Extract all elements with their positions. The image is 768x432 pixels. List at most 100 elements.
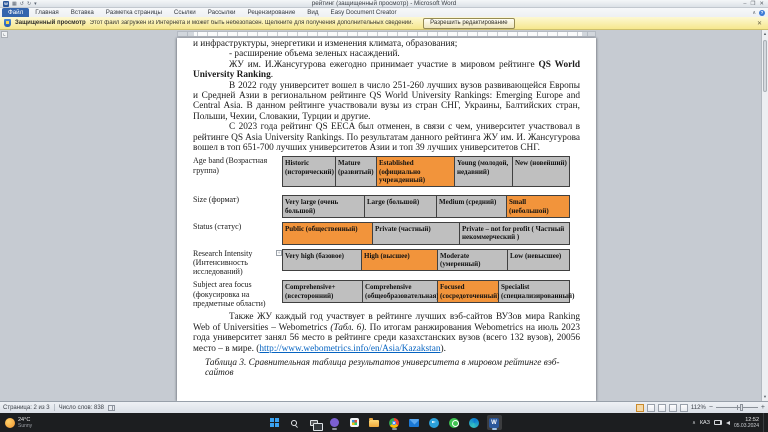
word-count[interactable]: Число слов: 838 <box>59 405 104 411</box>
table-cell: Comprehensive (общеобразовательная) <box>363 280 438 303</box>
paragraph: Также ЖУ каждый год участвует в рейтинге… <box>193 312 580 354</box>
taskbar-app-viber[interactable] <box>327 415 342 430</box>
weather-sun-icon <box>5 418 15 428</box>
word-logo-icon: W <box>3 1 9 7</box>
taskbar-search-button[interactable] <box>287 415 302 430</box>
taskbar-app-edge[interactable] <box>467 415 482 430</box>
word-window: W ▦ ↺ ↻ ▾ рейтинг (защищенный просмотр) … <box>0 0 768 432</box>
enable-editing-button[interactable]: Разрешить редактирование <box>423 18 515 29</box>
taskbar-app-chrome[interactable] <box>387 415 402 430</box>
volume-icon[interactable] <box>726 421 730 425</box>
language-indicator[interactable]: КАЗ <box>700 420 710 426</box>
table-cell-highlighted: Small (небольшой) <box>507 195 570 218</box>
help-icon[interactable]: ? <box>759 10 765 16</box>
taskbar-app-word[interactable]: W <box>487 415 502 430</box>
table-cell: Large (большой) <box>365 195 437 218</box>
quick-access-toolbar: W ▦ ↺ ↻ ▾ <box>0 1 37 7</box>
ribbon-tab-view[interactable]: Вид <box>301 8 324 17</box>
table-row: Age band (Возрастная группа) Historic (и… <box>193 156 580 187</box>
qat-customize-chevron-icon[interactable]: ▾ <box>34 1 37 7</box>
zoom-level[interactable]: 112% <box>691 405 706 411</box>
ribbon-tab-file[interactable]: Файл <box>2 8 29 17</box>
taskbar-app-telegram[interactable] <box>427 415 442 430</box>
table-cell: Specialist (специализированный) <box>499 280 570 303</box>
window-title: рейтинг (защищенный просмотр) - Microsof… <box>0 0 768 7</box>
scroll-up-icon[interactable]: ▲ <box>762 30 768 38</box>
redo-icon[interactable]: ↻ <box>27 1 31 7</box>
row-label: Status (статус) <box>193 222 282 231</box>
taskbar-weather-widget[interactable]: 24°C Sunny <box>5 413 32 432</box>
save-icon[interactable]: ▦ <box>12 1 17 7</box>
table-cell: Private – not for profit ( Частный неком… <box>460 222 570 245</box>
table-cell: Very high (базовое) <box>282 249 362 272</box>
tray-overflow-chevron-icon[interactable]: ∧ <box>692 420 696 426</box>
whatsapp-icon <box>449 418 459 428</box>
message-bar-close-icon[interactable]: ✕ <box>757 20 764 27</box>
undo-icon[interactable]: ↺ <box>20 1 24 7</box>
view-fullscreen-reading-button[interactable] <box>647 404 655 412</box>
windows-taskbar: 24°C Sunny W ∧ КАЗ 12:52 05.03.20 <box>0 413 768 432</box>
table-cell: Mature (развитый) <box>336 156 377 187</box>
vertical-scrollbar[interactable]: ▲ ▼ <box>761 30 768 401</box>
view-outline-button[interactable] <box>669 404 677 412</box>
ribbon-tab-references[interactable]: Ссылки <box>168 8 202 17</box>
tab-selector[interactable]: ∟ <box>1 31 8 38</box>
document-area: ∟ и инфраструктуры, энергетики и изменен… <box>0 30 768 401</box>
scroll-down-icon[interactable]: ▼ <box>762 393 768 401</box>
options-table: Age band (Возрастная группа) Historic (и… <box>193 156 580 308</box>
table-cell-highlighted: High (высшее) <box>362 249 438 272</box>
ribbon-tab-home[interactable]: Главная <box>29 8 65 17</box>
table-cell-highlighted: Established (официально учрежденный) <box>377 156 455 187</box>
shield-icon <box>4 19 11 27</box>
maximize-button[interactable]: ❐ <box>750 0 755 8</box>
table-cell: New (новейший) <box>513 156 570 187</box>
telegram-icon <box>429 418 439 428</box>
paragraph: С 2023 года рейтинг QS EECA был отменен,… <box>193 122 580 153</box>
zoom-slider-thumb[interactable] <box>740 404 743 411</box>
taskbar-app-file-explorer[interactable] <box>367 415 382 430</box>
weather-desc: Sunny <box>18 423 32 429</box>
clock-date: 05.03.2024 <box>734 423 759 429</box>
table-cell: Private (частный) <box>373 222 460 245</box>
folder-icon <box>369 420 379 427</box>
table-cell: Very large (очень большой) <box>282 195 365 218</box>
close-button[interactable]: ✕ <box>759 0 764 8</box>
view-draft-button[interactable] <box>680 404 688 412</box>
minimize-ribbon-icon[interactable]: ∧ <box>752 10 756 16</box>
view-print-layout-button[interactable] <box>636 404 644 412</box>
start-button[interactable] <box>267 415 282 430</box>
show-desktop-button[interactable] <box>763 413 765 432</box>
proofing-status-icon[interactable] <box>108 405 115 411</box>
ribbon-tab-easy-document-creator[interactable]: Easy Document Creator <box>324 8 402 17</box>
protected-view-message: Этот файл загружен из Интернета и может … <box>90 20 413 26</box>
zoom-slider[interactable] <box>716 404 758 411</box>
taskbar-app-whatsapp[interactable] <box>447 415 462 430</box>
zoom-in-button[interactable]: + <box>761 404 765 412</box>
taskbar-clock[interactable]: 12:52 05.03.2024 <box>734 417 759 429</box>
taskbar-app-store[interactable] <box>347 415 362 430</box>
view-web-layout-button[interactable] <box>658 404 666 412</box>
row-label: Size (формат) <box>193 195 282 204</box>
protected-view-bar: Защищенный просмотр Этот файл загружен и… <box>0 17 768 30</box>
table-row: Size (формат) Very large (очень большой)… <box>193 195 580 218</box>
ribbon-tab-mailings[interactable]: Рассылки <box>202 8 242 17</box>
table-cell: Medium (средний) <box>437 195 507 218</box>
minimize-button[interactable]: – <box>743 0 746 8</box>
table-cell: Historic (исторический) <box>282 156 336 187</box>
ribbon-tab-page-layout[interactable]: Разметка страницы <box>100 8 168 17</box>
ribbon-tab-row: Файл Главная Вставка Разметка страницы С… <box>0 8 768 17</box>
table-row: Status (статус) Public (общественный) Pr… <box>193 222 580 245</box>
ribbon-tab-review[interactable]: Рецензирование <box>242 8 302 17</box>
zoom-out-button[interactable]: − <box>709 404 713 412</box>
page-indicator[interactable]: Страница: 2 из 3 <box>3 405 50 411</box>
scrollbar-thumb[interactable] <box>763 40 767 92</box>
ribbon-tab-insert[interactable]: Вставка <box>65 8 100 17</box>
paragraph: ЖУ им. И.Жансугурова ежегодно принимает … <box>193 60 580 81</box>
document-page[interactable]: и инфраструктуры, энергетики и изменения… <box>177 38 596 401</box>
task-view-button[interactable] <box>307 415 322 430</box>
edge-icon <box>469 418 479 428</box>
search-icon <box>291 420 297 426</box>
webometrics-link[interactable]: http://www.webometrics.info/en/Asia/Kaza… <box>259 344 440 354</box>
taskbar-app-mail[interactable] <box>407 415 422 430</box>
horizontal-ruler[interactable] <box>177 31 596 37</box>
